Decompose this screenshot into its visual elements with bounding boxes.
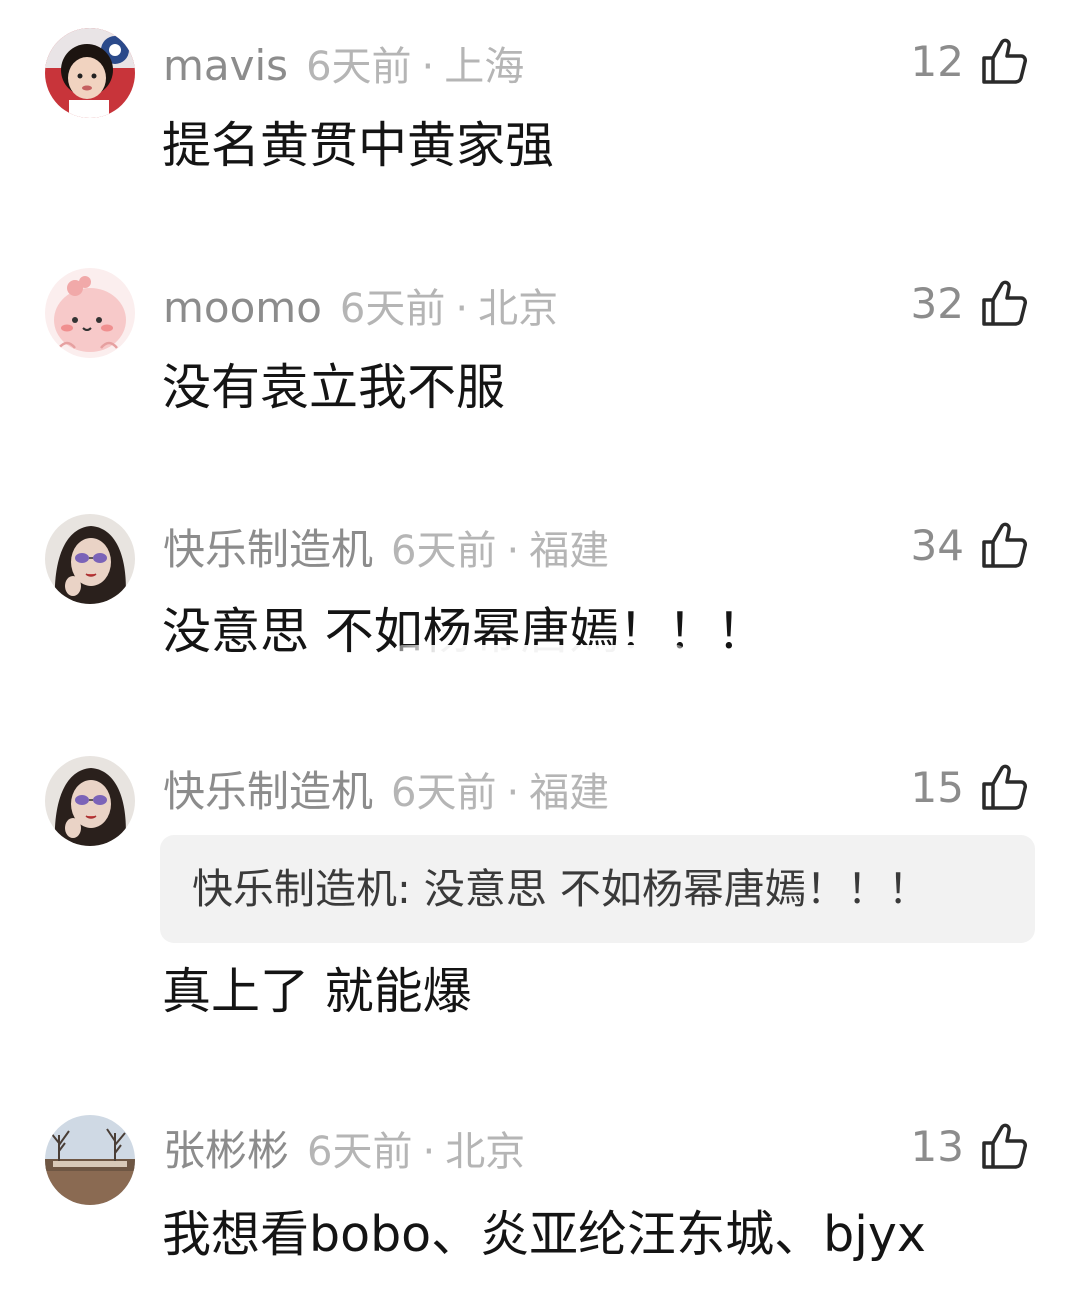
landscape-photo-avatar-icon <box>45 1115 135 1205</box>
like-count: 32 <box>910 278 964 328</box>
timestamp: 6天前 <box>306 44 412 90</box>
avatar[interactable] <box>45 28 135 118</box>
timestamp: 6天前 <box>339 286 446 332</box>
username[interactable]: 快乐制造机 <box>163 767 373 816</box>
avatar[interactable] <box>45 514 135 604</box>
thumbs-up-icon <box>980 762 1028 812</box>
avatar[interactable] <box>45 756 135 846</box>
quoted-comment[interactable]: 快乐制造机: 没意思 不如杨幂唐嫣！！！ <box>160 835 1035 943</box>
thumbs-up-icon <box>980 1121 1028 1171</box>
like-count: 15 <box>910 762 964 812</box>
child-photo-avatar-icon <box>45 28 135 118</box>
woman-sunglasses-avatar-icon <box>45 514 135 604</box>
like-button[interactable]: 13 <box>911 1116 1028 1176</box>
quoted-comment-text: 快乐制造机: 没意思 不如杨幂唐嫣！！！ <box>192 865 929 913</box>
avatar[interactable] <box>45 1115 135 1205</box>
separator-dot: · <box>421 44 435 90</box>
comment-meta: 张彬彬 6天前 · 北京 <box>163 1121 525 1181</box>
timestamp: 6天前 <box>391 528 497 574</box>
timestamp: 6天前 <box>391 770 497 816</box>
like-count: 13 <box>910 1121 964 1171</box>
blur-overlay <box>395 645 685 671</box>
like-button[interactable]: 34 <box>911 515 1028 575</box>
comment-text: 真上了 就能爆 <box>162 963 472 1020</box>
location: 北京 <box>445 1129 526 1175</box>
like-button[interactable]: 12 <box>911 31 1028 91</box>
separator-dot: · <box>455 286 469 332</box>
separator-dot: · <box>506 528 520 574</box>
woman-sunglasses-avatar-icon <box>45 756 135 846</box>
location: 北京 <box>478 286 559 332</box>
thumbs-up-icon <box>980 520 1028 570</box>
avatar[interactable] <box>45 268 135 358</box>
timestamp: 6天前 <box>307 1129 413 1175</box>
comment-text: 没有袁立我不服 <box>162 359 506 416</box>
like-count: 34 <box>910 520 964 570</box>
pink-cartoon-avatar-icon <box>45 268 135 358</box>
comment-meta: moomo 6天前 · 北京 <box>163 278 558 338</box>
separator-dot: · <box>422 1129 436 1175</box>
location: 福建 <box>529 528 610 574</box>
comment-meta: 快乐制造机 6天前 · 福建 <box>163 762 609 822</box>
username[interactable]: mavis <box>163 41 288 90</box>
thumbs-up-icon <box>980 278 1028 328</box>
username[interactable]: 张彬彬 <box>163 1126 289 1175</box>
comment-text: 提名黄贯中黄家强 <box>162 117 555 174</box>
like-count: 12 <box>910 36 964 86</box>
location: 上海 <box>444 44 525 90</box>
comment-meta: mavis 6天前 · 上海 <box>163 36 524 96</box>
comment-meta: 快乐制造机 6天前 · 福建 <box>163 520 609 580</box>
like-button[interactable]: 32 <box>911 273 1028 333</box>
comment-text: 我想看bobo、炎亚纶汪东城、bjyx <box>162 1206 926 1263</box>
username[interactable]: 快乐制造机 <box>163 525 373 574</box>
thumbs-up-icon <box>980 36 1028 86</box>
like-button[interactable]: 15 <box>911 757 1028 817</box>
separator-dot: · <box>506 770 520 816</box>
location: 福建 <box>529 770 610 816</box>
username[interactable]: moomo <box>163 283 322 332</box>
